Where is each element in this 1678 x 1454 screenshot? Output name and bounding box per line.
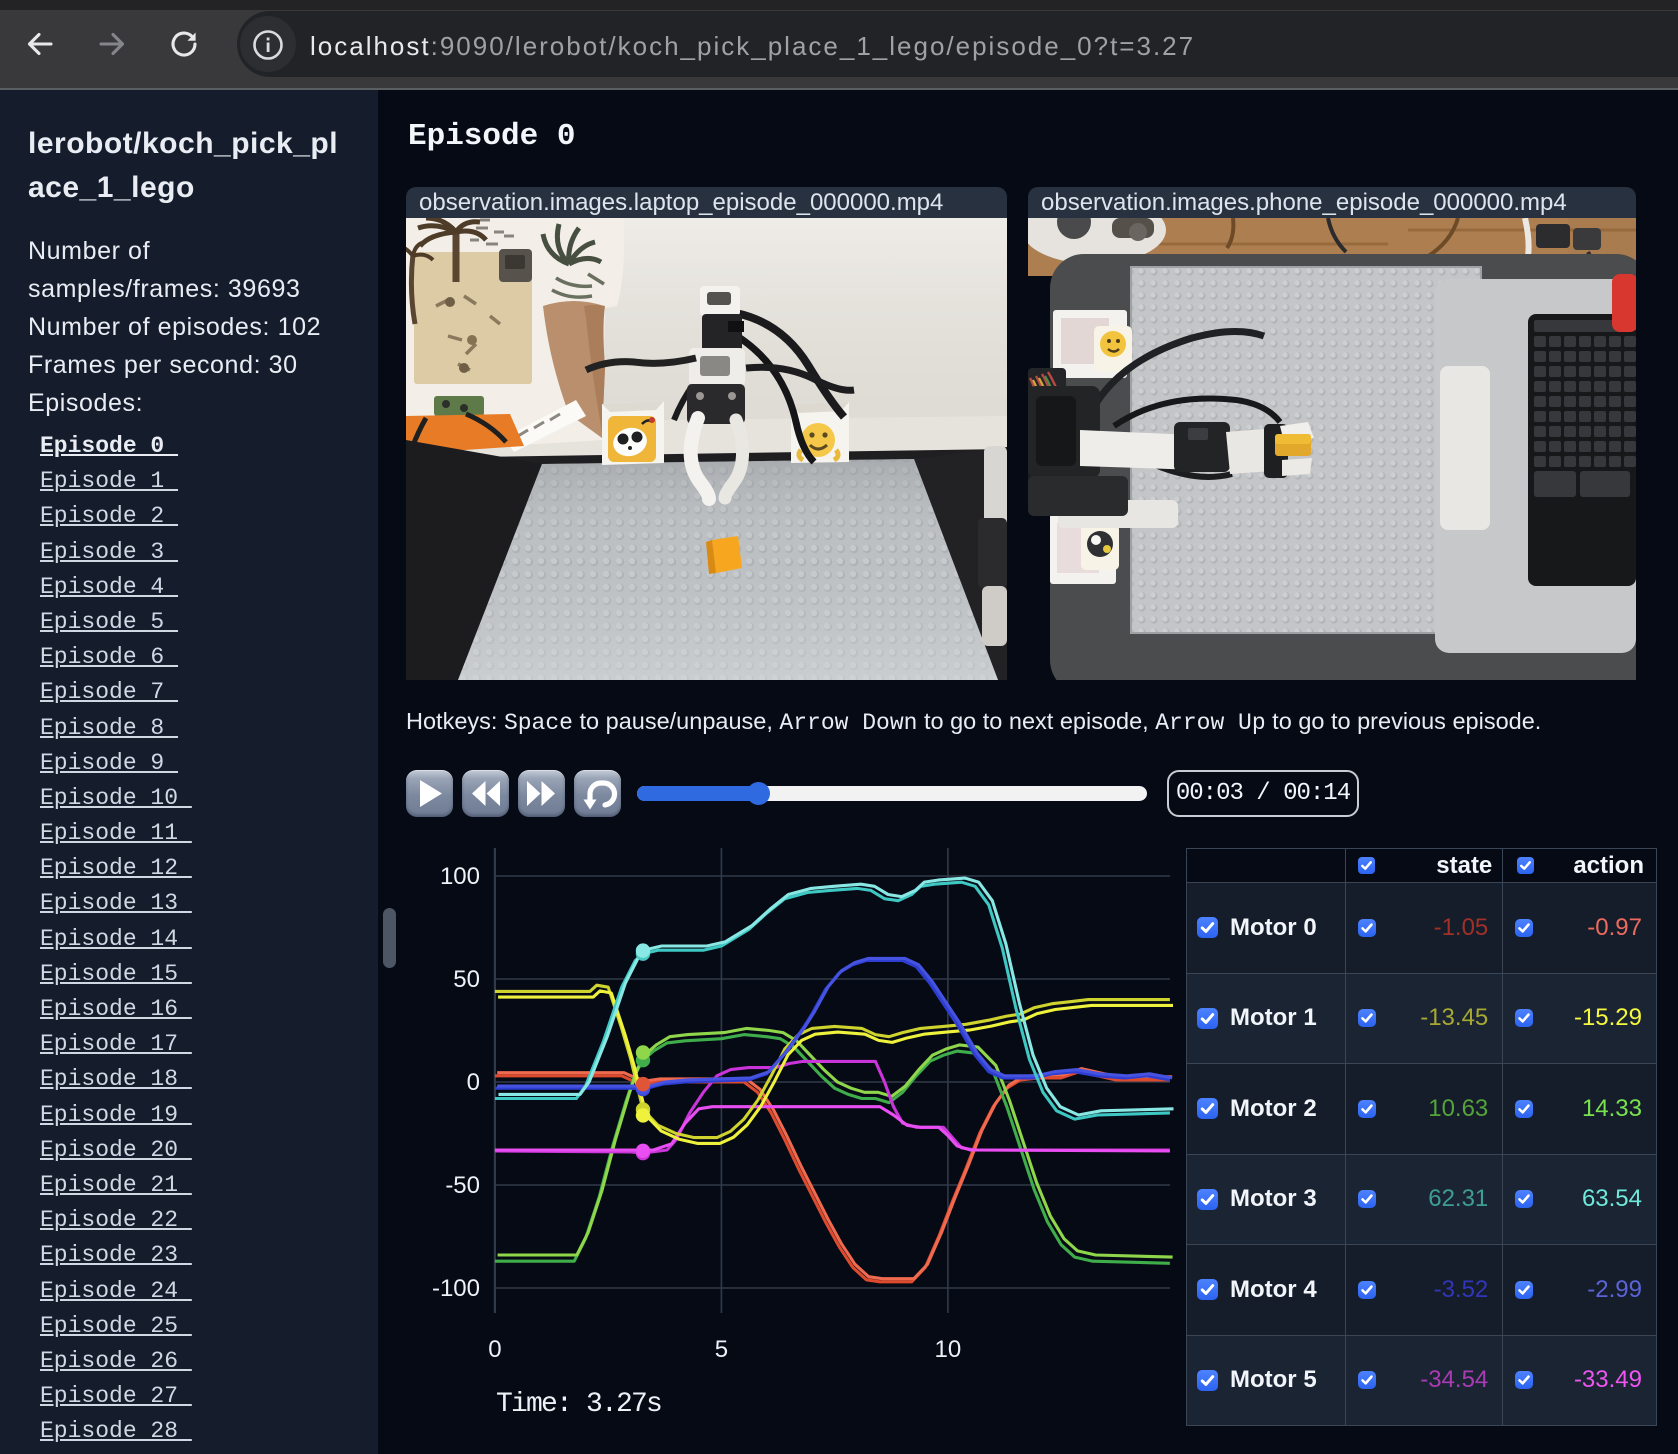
svg-text:10: 10 <box>935 1336 962 1363</box>
svg-text:0: 0 <box>488 1336 501 1363</box>
svg-text:-50: -50 <box>445 1172 480 1199</box>
svg-text:50: 50 <box>453 966 480 993</box>
svg-text:100: 100 <box>440 863 480 890</box>
svg-text:-100: -100 <box>432 1275 480 1302</box>
svg-text:0: 0 <box>467 1069 480 1096</box>
svg-text:5: 5 <box>715 1336 728 1363</box>
